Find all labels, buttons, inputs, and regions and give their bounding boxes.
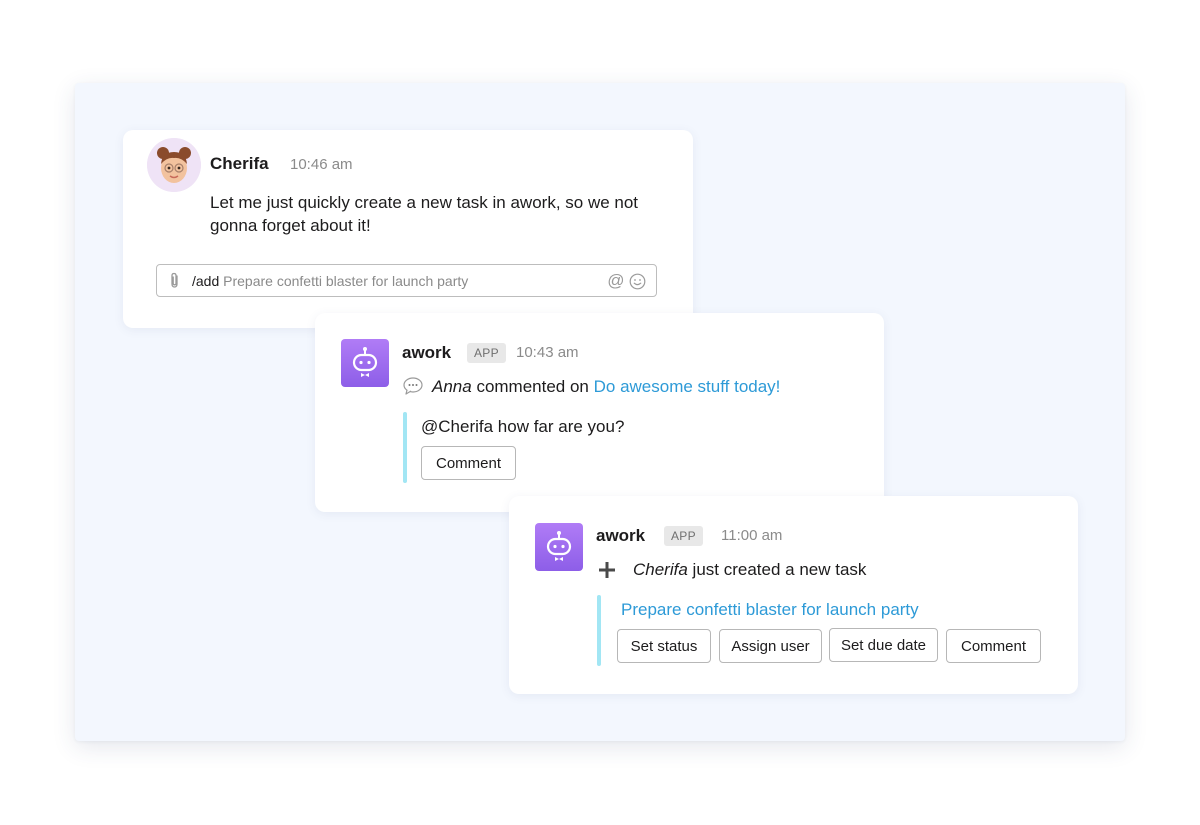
app-badge: APP [664, 526, 703, 546]
action-text: just created a new task [692, 560, 867, 579]
message-time: 10:46 am [290, 156, 353, 173]
author-name[interactable]: Cherifa [210, 154, 269, 174]
message-time: 10:43 am [516, 344, 579, 361]
set-status-button[interactable]: Set status [617, 629, 711, 663]
quote-bar [403, 412, 407, 483]
cherifa-avatar[interactable] [147, 138, 201, 192]
action-text: commented on [476, 377, 589, 396]
composer-input[interactable]: /add Prepare confetti blaster for launch… [192, 273, 468, 289]
notification-line: Cherifa just created a new task [633, 558, 866, 581]
message-card-awork-task [509, 496, 1078, 694]
bot-name[interactable]: awork [596, 526, 645, 546]
smiley-icon[interactable] [629, 273, 646, 295]
message-time: 11:00 am [721, 527, 783, 544]
bot-name[interactable]: awork [402, 343, 451, 363]
actor-name: Anna [432, 377, 472, 396]
at-icon[interactable]: @ [607, 271, 624, 291]
comment-button[interactable]: Comment [946, 629, 1041, 663]
notification-line: Anna commented on Do awesome stuff today… [432, 375, 780, 398]
message-composer[interactable]: /add Prepare confetti blaster for launch… [156, 264, 657, 297]
plus-icon [598, 561, 616, 584]
message-card-awork-comment [315, 313, 884, 512]
comment-button[interactable]: Comment [421, 446, 516, 480]
robot-icon[interactable] [535, 523, 583, 571]
quoted-comment: @Cherifa how far are you? [421, 417, 625, 436]
task-link[interactable]: Do awesome stuff today! [594, 377, 781, 396]
task-link[interactable]: Prepare confetti blaster for launch part… [621, 598, 919, 621]
robot-icon[interactable] [341, 339, 389, 387]
assign-user-button[interactable]: Assign user [719, 629, 822, 663]
message-text: Let me just quickly create a new task in… [210, 193, 639, 235]
slash-command: /add [192, 273, 220, 289]
set-due-date-button[interactable]: Set due date [829, 628, 938, 662]
composer-value: Prepare confetti blaster for launch part… [223, 273, 469, 289]
paperclip-icon[interactable] [168, 272, 182, 295]
quote-bar [597, 595, 601, 666]
speech-bubble-icon [403, 377, 423, 400]
actor-name: Cherifa [633, 560, 688, 579]
app-badge: APP [467, 343, 506, 363]
